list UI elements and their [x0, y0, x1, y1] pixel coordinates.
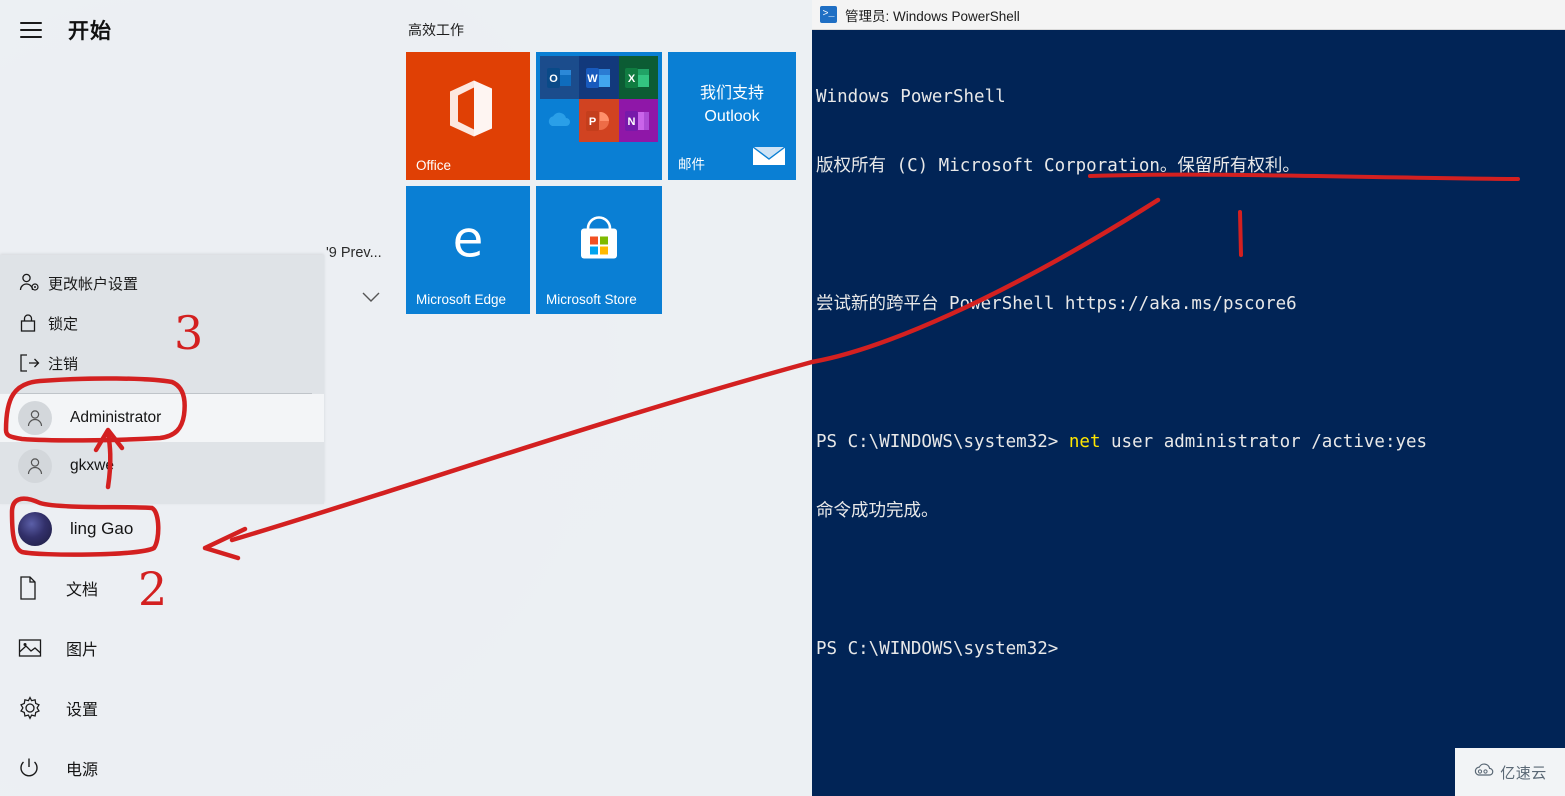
- watermark-text: 亿速云: [1500, 764, 1547, 782]
- terminal-prompt-line: PS C:\WINDOWS\system32>: [816, 638, 1561, 661]
- sidebar-item-label: 图片: [66, 642, 99, 659]
- tile-edge[interactable]: e Microsoft Edge: [406, 186, 530, 314]
- terminal-command-line: PS C:\WINDOWS\system32> net user adminis…: [816, 431, 1561, 454]
- screen: 开始 '9 Prev... 高效工作 Office O W X P N 我们支持…: [0, 0, 1565, 796]
- tile-label: Microsoft Edge: [416, 292, 507, 307]
- command-arguments: user administrator /active:yes: [1100, 432, 1428, 452]
- svg-text:W: W: [587, 73, 598, 85]
- sidebar-item-label: 电源: [66, 762, 99, 779]
- envelope-icon: [752, 143, 786, 172]
- lock-icon: [18, 312, 48, 334]
- powershell-icon: >_: [820, 6, 837, 23]
- chevron-down-icon[interactable]: [362, 288, 380, 308]
- tile-label: Microsoft Store: [546, 292, 637, 307]
- menu-item-change-account-settings[interactable]: 更改帐户设置: [0, 263, 324, 303]
- menu-item-label: 更改帐户设置: [48, 275, 139, 293]
- terminal-line: 尝试新的跨平台 PowerShell https://aka.ms/pscore…: [816, 294, 1297, 314]
- picture-icon: [18, 637, 52, 659]
- sidebar-item-pictures[interactable]: 图片: [0, 618, 324, 678]
- terminal-prompt: PS C:\WINDOWS\system32>: [816, 639, 1059, 659]
- menu-item-lock[interactable]: 锁定: [0, 303, 324, 343]
- sidebar-item-documents[interactable]: 文档: [0, 558, 324, 618]
- tile-store[interactable]: Microsoft Store: [536, 186, 662, 314]
- hamburger-icon[interactable]: [20, 22, 42, 38]
- menu-item-sign-out[interactable]: 注销: [0, 343, 324, 383]
- onenote-icon: N: [618, 99, 658, 142]
- window-title: 管理员: Windows PowerShell: [845, 8, 1020, 24]
- outlook-icon: O: [540, 56, 580, 99]
- command-keyword: net: [1068, 432, 1101, 452]
- office-apps-grid-icon: O W X P N: [540, 56, 658, 142]
- office-icon: [440, 78, 496, 143]
- tile-label: 邮件: [678, 157, 705, 172]
- powerpoint-icon: P: [579, 99, 619, 142]
- word-icon: W: [579, 56, 619, 99]
- tile-area: 高效工作 Office O W X P N 我们支持 Outlook 邮件 e …: [406, 20, 806, 322]
- menu-item-label: 锁定: [48, 315, 79, 333]
- user-settings-icon: [18, 272, 48, 294]
- sidebar-item-settings[interactable]: 设置: [0, 678, 324, 738]
- sign-out-icon: [18, 353, 48, 373]
- terminal-prompt: PS C:\WINDOWS\system32>: [816, 432, 1059, 452]
- svg-text:N: N: [628, 116, 636, 128]
- svg-text:P: P: [589, 116, 596, 128]
- sidebar-item-power[interactable]: 电源: [0, 738, 324, 796]
- tile-label: Office: [416, 158, 452, 173]
- powershell-title-bar[interactable]: >_ 管理员: Windows PowerShell: [812, 0, 1565, 30]
- svg-text:e: e: [453, 213, 484, 267]
- app-list: '9 Prev...: [324, 0, 404, 796]
- tile-mail[interactable]: 我们支持 Outlook 邮件: [668, 52, 796, 180]
- tile-group-title: 高效工作: [408, 22, 464, 38]
- store-icon: [575, 215, 623, 270]
- current-user-row[interactable]: ling Gao: [0, 500, 324, 558]
- account-flyout: 更改帐户设置 锁定 注销 Administrator gkxwe: [0, 255, 324, 504]
- user-icon: [18, 401, 52, 435]
- terminal-output[interactable]: Windows PowerShell 版权所有 (C) Microsoft Co…: [812, 30, 1565, 796]
- menu-item-label: 注销: [48, 355, 79, 373]
- svg-text:X: X: [628, 73, 636, 85]
- mail-promo: 我们支持 Outlook: [668, 82, 796, 128]
- start-sidebar: ling Gao 文档 图片 设置 电源: [0, 500, 324, 796]
- user-icon: [18, 449, 52, 483]
- power-icon: [18, 757, 52, 779]
- gear-icon: [18, 696, 52, 720]
- avatar: [18, 512, 52, 546]
- page-title: 开始: [68, 20, 112, 43]
- tile-office[interactable]: Office: [406, 52, 530, 180]
- svg-text:O: O: [549, 73, 558, 85]
- start-menu: 开始 '9 Prev... 高效工作 Office O W X P N 我们支持…: [0, 0, 812, 796]
- mail-promo-line1: 我们支持: [699, 85, 764, 102]
- current-user-name: ling Gao: [70, 519, 134, 538]
- sidebar-item-label: 文档: [66, 582, 99, 599]
- terminal-result: 命令成功完成。: [816, 501, 939, 521]
- onedrive-icon: [540, 99, 580, 142]
- terminal-line: 版权所有 (C) Microsoft Corporation。保留所有权利。: [816, 156, 1300, 176]
- user-account-gkxwe[interactable]: gkxwe: [0, 442, 324, 490]
- mail-promo-line2: Outlook: [704, 108, 760, 125]
- user-name: gkxwe: [70, 457, 114, 474]
- sidebar-item-label: 设置: [66, 702, 99, 719]
- watermark: 亿速云: [1455, 748, 1565, 796]
- app-list-item[interactable]: '9 Prev...: [326, 245, 382, 261]
- excel-icon: X: [618, 56, 658, 99]
- edge-icon: e: [443, 211, 493, 272]
- terminal-line: Windows PowerShell: [816, 87, 1006, 107]
- cloud-icon: [1473, 762, 1495, 783]
- user-account-administrator[interactable]: Administrator: [0, 394, 324, 442]
- document-icon: [18, 576, 52, 600]
- tile-office-apps[interactable]: O W X P N: [536, 52, 662, 180]
- powershell-window: >_ 管理员: Windows PowerShell Windows Power…: [812, 0, 1565, 796]
- user-name: Administrator: [70, 409, 162, 426]
